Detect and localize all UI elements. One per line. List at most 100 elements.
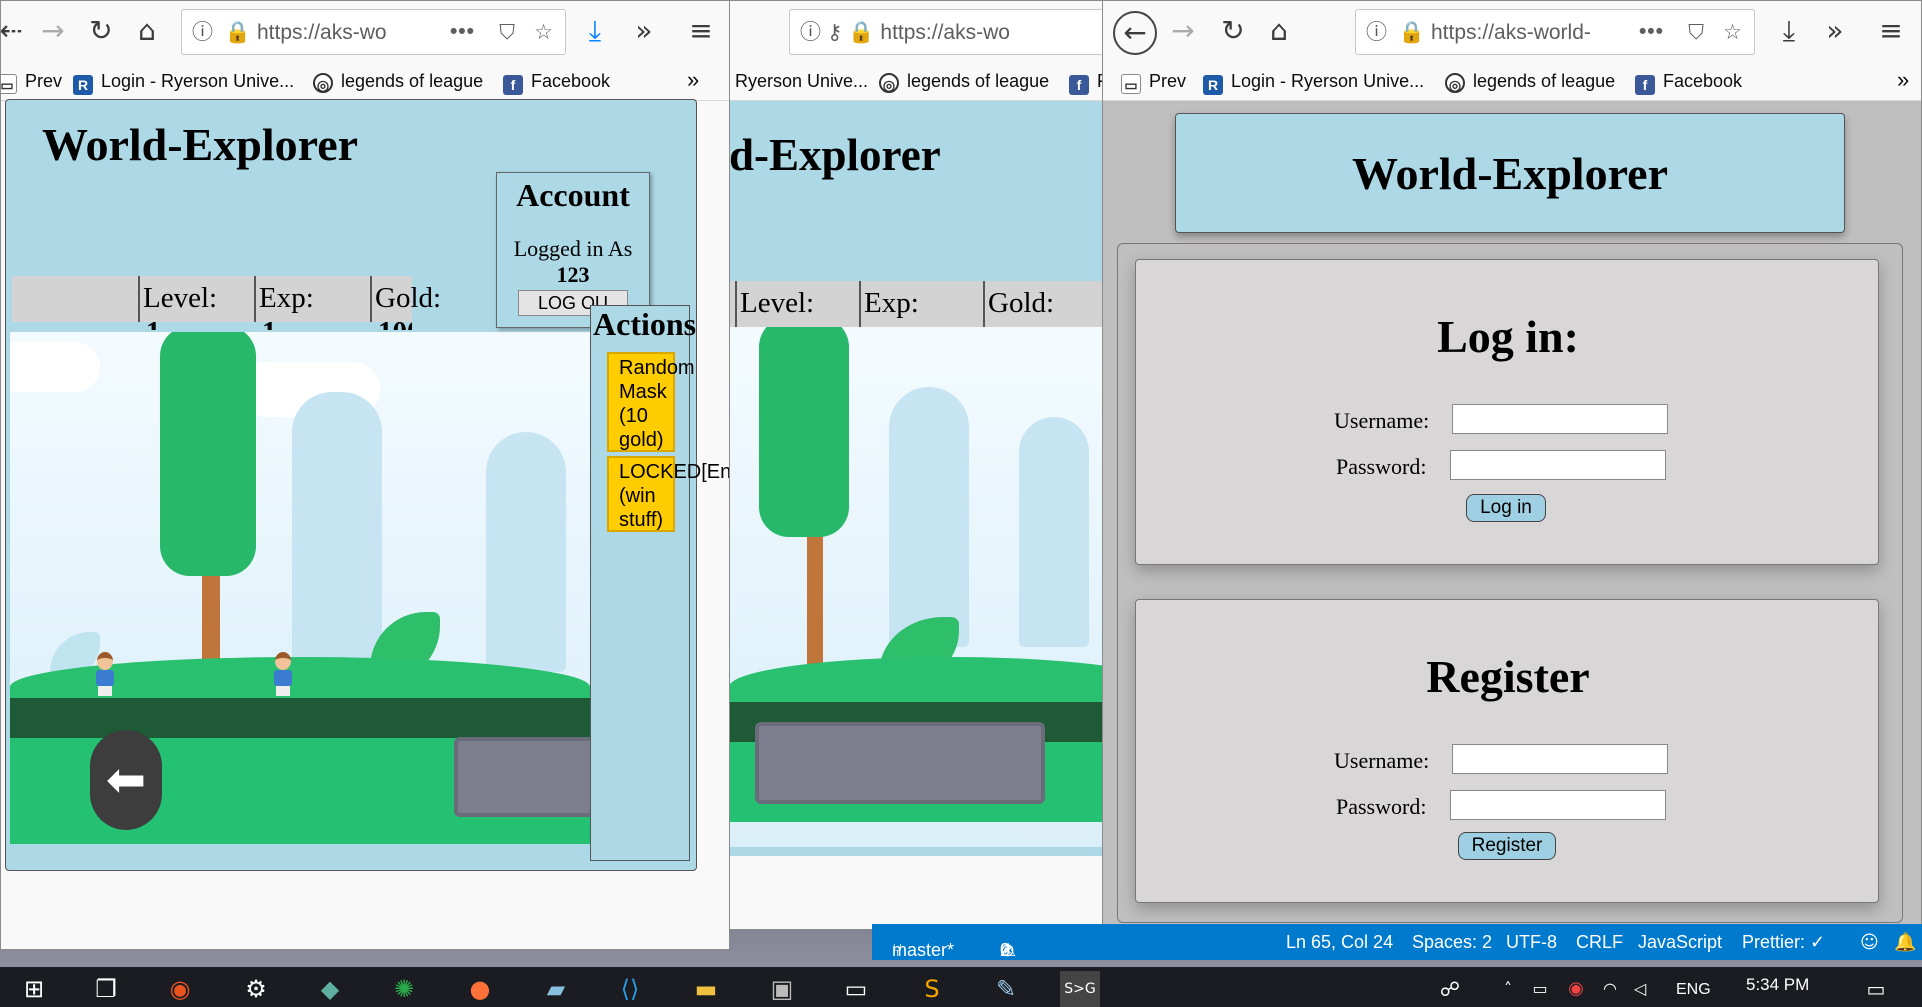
action-locked[interactable]: LOCKED[Ent (win stuff) (607, 456, 729, 532)
bookmark-prev[interactable]: ▭ Prev (1121, 71, 1186, 94)
star-icon[interactable]: ☆ (534, 10, 553, 54)
globe-icon: ◎ (313, 73, 333, 93)
vscode-icon[interactable]: ⟨⟩ (610, 971, 650, 1007)
overflow-icon[interactable]: » (1817, 13, 1853, 49)
tree-foliage (759, 327, 849, 537)
forward-icon[interactable]: → (1165, 13, 1201, 49)
git-tool-icon[interactable]: ◆ (310, 971, 350, 1007)
star-icon[interactable]: ☆ (1723, 10, 1742, 54)
register-button[interactable]: Register (1458, 832, 1556, 860)
login-panel: Log in: Username: Password: Log in (1135, 259, 1879, 565)
line-endings[interactable]: CRLF (1576, 932, 1623, 953)
volume-icon[interactable]: ◁ (1620, 971, 1660, 1007)
background-tree (889, 387, 969, 647)
register-password-input[interactable] (1450, 790, 1666, 820)
move-left-button[interactable]: ⬅ (90, 730, 162, 830)
bookmark-label: Prev (25, 71, 63, 91)
game-canvas[interactable]: ⬅ (10, 332, 590, 844)
login-button[interactable]: Log in (1466, 494, 1546, 522)
feedback-icon[interactable]: ☺ (1860, 932, 1879, 953)
terminal-icon[interactable]: ▭ (836, 971, 876, 1007)
indentation[interactable]: Spaces: 2 (1412, 932, 1492, 953)
download-icon[interactable]: ⤓ (577, 13, 613, 49)
bookmark-prev[interactable]: ▭ Prev (1, 71, 63, 94)
pocket-icon[interactable]: ⛉ (1688, 10, 1704, 54)
url-bar[interactable]: ⓘ 🔒 https://aks-world- ••• ⛉ ☆ (1355, 9, 1755, 55)
sublime-icon[interactable]: S (912, 971, 952, 1007)
svg-editor-icon[interactable]: S>G (1060, 971, 1100, 1007)
page-actions-icon[interactable]: ••• (450, 10, 475, 54)
bookmark-facebook[interactable]: f Facebook (1635, 71, 1742, 95)
language-mode[interactable]: JavaScript (1638, 932, 1722, 953)
action-random-mask[interactable]: Random Mask (10 gold) (607, 352, 695, 452)
menu-icon[interactable]: ≡ (683, 13, 719, 49)
login-password-input[interactable] (1450, 450, 1666, 480)
page-icon: ▭ (1121, 74, 1141, 94)
page-title: d-Explorer (729, 130, 941, 180)
login-password-label: Password: (1336, 454, 1427, 479)
back-icon[interactable]: ⇠ (1, 13, 29, 49)
folder-icon[interactable]: ▬ (686, 971, 726, 1007)
globe-icon: ◎ (879, 73, 899, 93)
paint-icon[interactable]: ✎ (986, 971, 1026, 1007)
reload-icon[interactable]: ↻ (1215, 13, 1251, 49)
task-view-icon[interactable]: ❐ (86, 971, 126, 1007)
download-icon[interactable]: ⤓ (1771, 13, 1807, 49)
home-icon[interactable]: ⌂ (1261, 13, 1297, 49)
input-language[interactable]: ENG (1676, 981, 1711, 999)
logged-in-label: Logged in As (513, 236, 633, 261)
branch-name: master* (892, 940, 955, 960)
settings-icon[interactable]: ⚙ (236, 971, 276, 1007)
overflow-icon[interactable]: » (626, 13, 662, 49)
battery-icon[interactable]: ▭ (1520, 971, 1560, 1007)
forward-icon[interactable]: → (35, 13, 71, 49)
notification-center-icon[interactable]: ▭ (1856, 971, 1896, 1007)
home-icon[interactable]: ⌂ (129, 13, 165, 49)
action-panel-stone[interactable] (755, 722, 1045, 804)
people-icon[interactable]: ☍ (1430, 971, 1470, 1007)
bookmark-label: legends of league (341, 71, 484, 91)
bookmark-legends-of-league[interactable]: ◎ legends of league (879, 71, 1049, 93)
pocket-icon[interactable]: ⛉ (499, 10, 515, 54)
player-character[interactable] (94, 652, 116, 696)
reload-icon[interactable]: ↻ (83, 13, 119, 49)
url-bar[interactable]: ⓘ 🔒 https://aks-wo ••• ⛉ ☆ (181, 9, 566, 55)
actions-panel: Actions Random Mask (10 gold) LOCKED[Ent… (590, 305, 729, 861)
bookmark-facebook[interactable]: f Facebook (503, 71, 610, 95)
bookmark-legends-of-league[interactable]: ◎ legends of league (313, 71, 483, 93)
menu-icon[interactable]: ≡ (1873, 13, 1909, 49)
action-panel-stone[interactable] (454, 737, 590, 817)
bookmarks-overflow-icon[interactable]: » (1897, 67, 1909, 93)
windows-taskbar: ⊞ ❐ ◉ ⚙ ◆ ✺ ● ▰ ⟨⟩ ▬ ▣ ▭ S ✎ S>G ☍ ˄ ▭ ◉… (0, 967, 1922, 1007)
info-icon[interactable]: ⓘ (192, 20, 213, 44)
register-username-input[interactable] (1452, 744, 1668, 774)
account-username: 123 (556, 262, 590, 287)
back-icon[interactable]: ← (1113, 11, 1157, 55)
bookmark-login-ryerson[interactable]: R Login - Ryerson Unive... (73, 71, 294, 95)
account-heading: Account (516, 177, 630, 213)
ubuntu-icon[interactable]: ◉ (160, 971, 200, 1007)
bookmarks-overflow-icon[interactable]: » (687, 67, 699, 93)
clock-time[interactable]: 5:34 PM (1746, 975, 1809, 995)
bookmark-login-ryerson[interactable]: R Login - Ryerson Unive... (1203, 71, 1424, 95)
cursor-position[interactable]: Ln 65, Col 24 (1286, 932, 1393, 953)
npc-character[interactable] (272, 652, 294, 696)
info-icon[interactable]: ⓘ (1366, 20, 1387, 44)
prettier-status[interactable]: Prettier: ✓ (1742, 932, 1825, 953)
matrix-icon[interactable]: ✺ (384, 971, 424, 1007)
encoding[interactable]: UTF-8 (1506, 932, 1557, 953)
notepad-icon[interactable]: ▰ (536, 971, 576, 1007)
windows-start-icon[interactable]: ⊞ (14, 971, 54, 1007)
bookmark-legends-of-league[interactable]: ◎ legends of league (1445, 71, 1615, 93)
photos-icon[interactable]: ▣ (762, 971, 802, 1007)
browser-toolbar: ⇠ → ↻ ⌂ ⓘ 🔒 https://aks-wo ••• ⛉ ☆ ⤓ » ≡ (1, 1, 729, 65)
firefox-icon[interactable]: ● (460, 971, 500, 1007)
url-bar[interactable]: ⓘ⚷ 🔒https://aks-wo ••• (789, 9, 1139, 55)
bookmark-label: Prev (1149, 71, 1187, 91)
page-actions-icon[interactable]: ••• (1639, 10, 1664, 54)
info-icon[interactable]: ⓘ (800, 20, 821, 44)
notifications-icon[interactable]: 🔔 (1894, 932, 1916, 953)
url-text: https://aks-world- (1431, 21, 1591, 44)
bookmark-login-ryerson[interactable]: Ryerson Unive... (735, 71, 868, 92)
login-username-input[interactable] (1452, 404, 1668, 434)
